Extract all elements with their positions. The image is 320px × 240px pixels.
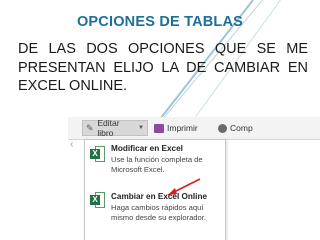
slide-title: OPCIONES DE TABLAS xyxy=(76,14,244,30)
slide-body-text: DE LAS DOS OPCIONES QUE SE ME PRESENTAN … xyxy=(18,41,308,94)
red-arrow-annotation xyxy=(167,178,201,196)
excel-online-screenshot: ✎ Editar libro ▼ Imprimir Comp ‹ X Modif… xyxy=(68,117,320,240)
